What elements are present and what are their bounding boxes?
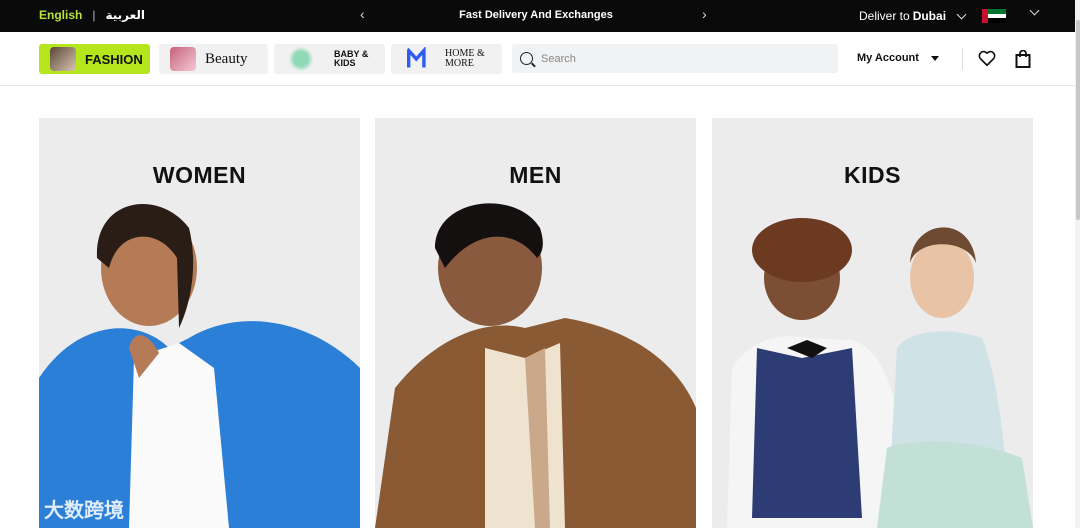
tile-title-men: MEN (509, 162, 562, 188)
navbar-divider (962, 48, 963, 70)
language-separator: | (92, 8, 96, 22)
watermark-text: 大数跨境 (44, 498, 124, 522)
search-icon (520, 52, 533, 65)
watermark-logo-icon (8, 496, 38, 521)
baby-kids-thumbnail (288, 47, 314, 71)
category-tile-kids[interactable]: KIDS (712, 118, 1033, 528)
chevron-down-icon (956, 9, 967, 19)
my-account-menu[interactable]: My Account (857, 52, 939, 64)
category-fashion-label: FASHION (85, 51, 143, 67)
country-chevron-down-icon[interactable] (1029, 5, 1040, 16)
language-arabic[interactable]: العربية (105, 8, 145, 22)
deliver-label: Deliver to (859, 9, 910, 23)
uae-flag-icon[interactable] (982, 9, 1006, 24)
flag-stripes (988, 9, 1006, 24)
category-beauty[interactable]: Beauty (159, 44, 268, 74)
deliver-to-selector[interactable]: Deliver to Dubai (859, 9, 967, 23)
flag-black-stripe (988, 18, 1006, 24)
category-beauty-label: Beauty (205, 50, 248, 67)
category-tile-women[interactable]: WOMEN (39, 118, 360, 528)
caret-down-icon (930, 55, 939, 61)
deliver-city: Dubai (912, 9, 947, 23)
promo-prev-arrow-icon[interactable]: ‹ (360, 6, 365, 22)
promo-message: Fast Delivery And Exchanges (459, 9, 613, 21)
fashion-thumbnail (50, 47, 76, 71)
promo-next-arrow-icon[interactable]: › (702, 6, 707, 22)
category-baby-kids-label: BABY & KIDS (334, 49, 369, 68)
category-fashion[interactable]: FASHION (39, 44, 150, 74)
beauty-thumbnail (170, 47, 196, 71)
category-home-more[interactable]: HOME & MORE (391, 44, 502, 74)
language-english[interactable]: English (39, 8, 82, 22)
category-home-more-label: HOME & MORE (445, 48, 485, 69)
language-switcher: English | العربية (39, 8, 145, 22)
heart-icon[interactable] (978, 50, 996, 67)
home-more-logo (407, 47, 426, 68)
tile-title-women: WOMEN (152, 162, 247, 188)
category-tile-men[interactable]: MEN (375, 118, 696, 528)
search-input[interactable] (541, 52, 821, 65)
main-navbar: FASHION Beauty BABY & KIDS HOME & MORE M… (0, 32, 1075, 86)
top-announcement-bar: English | العربية ‹ Fast Delivery And Ex… (0, 0, 1075, 32)
tile-title-kids: KIDS (844, 162, 901, 188)
scrollbar-thumb[interactable] (1076, 20, 1080, 220)
shopping-bag-icon[interactable] (1015, 50, 1031, 68)
watermark: 大数跨境 (8, 494, 124, 523)
category-baby-kids[interactable]: BABY & KIDS (274, 44, 385, 74)
page-scrollbar[interactable] (1075, 0, 1080, 528)
my-account-label: My Account (857, 52, 919, 64)
search-bar[interactable] (512, 44, 838, 73)
